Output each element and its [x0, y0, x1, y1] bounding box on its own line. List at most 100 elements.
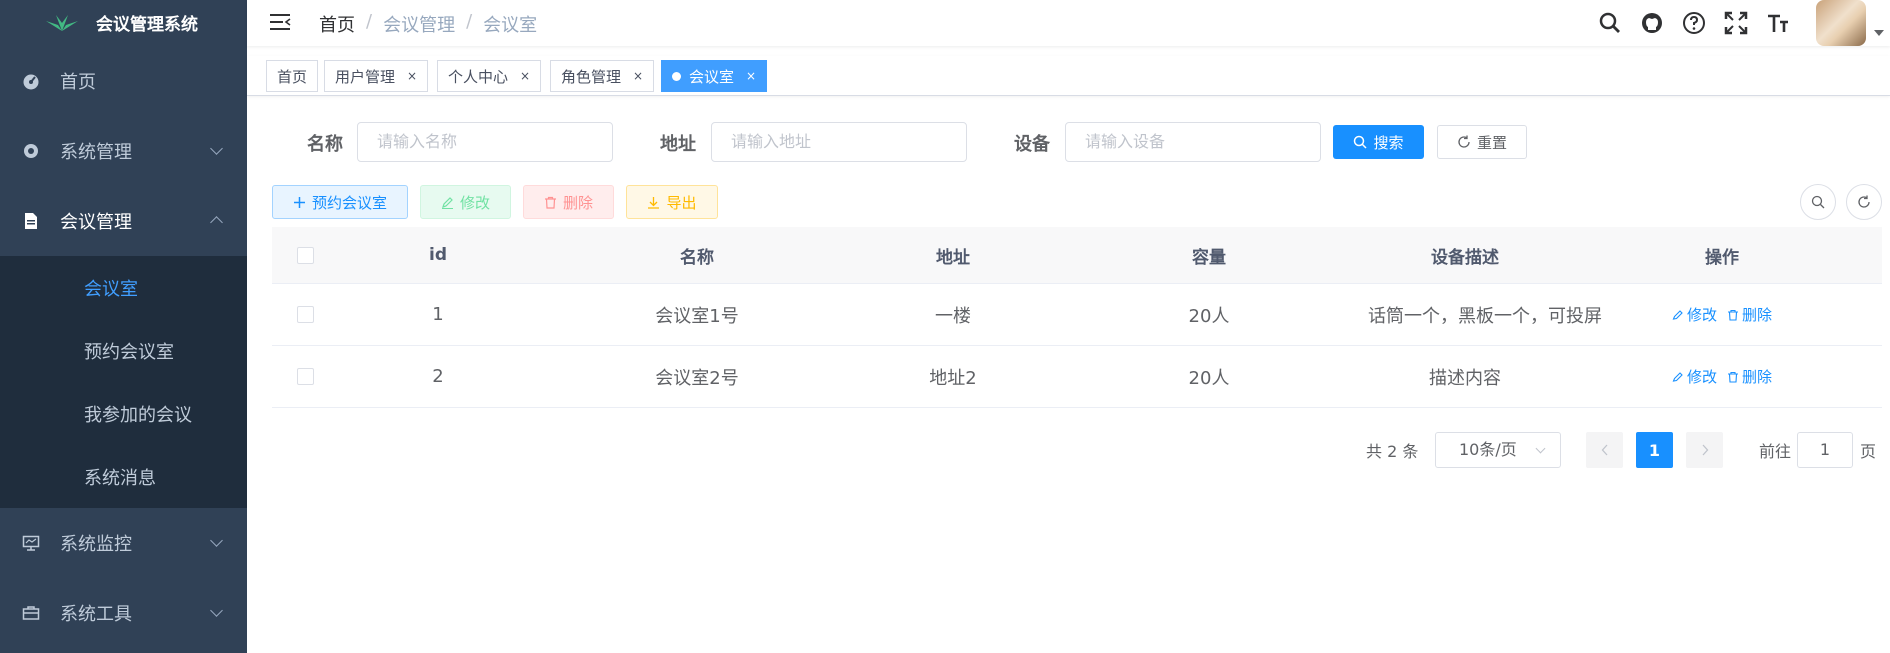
cell-id: 2	[432, 366, 444, 387]
header-name: 名称	[680, 247, 714, 268]
close-icon[interactable]: ×	[407, 69, 417, 83]
tag-profile[interactable]: 个人中心 ×	[437, 60, 542, 92]
breadcrumb-parent: 会议管理	[383, 15, 456, 36]
export-label: 导出	[666, 193, 697, 212]
navbar: 首页 / 会议管理 / 会议室	[247, 0, 1890, 46]
page-size-select[interactable]: 10条/页	[1435, 432, 1561, 468]
tag-role-management[interactable]: 角色管理 ×	[550, 60, 655, 92]
page-suffix: 页	[1860, 442, 1877, 461]
search-button-label: 搜索	[1373, 133, 1404, 152]
sidebar-item-system[interactable]: 系统管理	[0, 116, 247, 186]
download-icon	[648, 196, 660, 209]
sidebar: 会议管理系统 首页 系统管理 会议管理 会议室 预约会议室 我参加的会议 系统消…	[0, 0, 247, 653]
refresh-button[interactable]	[1846, 184, 1882, 220]
trash-icon	[1728, 371, 1738, 383]
reset-button[interactable]: 重置	[1437, 125, 1527, 159]
github-icon[interactable]	[1640, 11, 1664, 35]
search-button[interactable]: 搜索	[1333, 125, 1424, 159]
chevron-down-icon	[210, 534, 223, 547]
row-delete-button[interactable]: 删除	[1727, 366, 1772, 387]
fullscreen-icon[interactable]	[1724, 11, 1748, 35]
header-description: 设备描述	[1431, 247, 1499, 268]
edit-button[interactable]: 修改	[420, 185, 511, 219]
app-title: 会议管理系统	[96, 14, 198, 35]
device-input[interactable]: 请输入设备	[1065, 122, 1321, 162]
row-checkbox-cell	[272, 306, 338, 323]
breadcrumb-home[interactable]: 首页	[319, 11, 355, 37]
search-icon	[1354, 135, 1368, 149]
sidebar-item-meeting[interactable]: 会议管理	[0, 186, 247, 256]
sidebar-item-monitor[interactable]: 系统监控	[0, 508, 247, 578]
address-label: 地址	[660, 134, 696, 155]
search-icon[interactable]	[1598, 11, 1622, 35]
sidebar-item-label: 系统监控	[60, 534, 132, 555]
hamburger-icon[interactable]	[269, 12, 291, 32]
row-delete-button[interactable]: 删除	[1727, 304, 1772, 325]
sidebar-item-label: 会议管理	[60, 212, 132, 233]
cell-description: 描述内容	[1429, 367, 1501, 389]
row-edit-button[interactable]: 修改	[1672, 366, 1717, 387]
close-icon[interactable]: ×	[746, 69, 756, 83]
close-icon[interactable]: ×	[520, 69, 530, 83]
book-room-button[interactable]: 预约会议室	[272, 185, 408, 219]
submenu-label: 我参加的会议	[84, 404, 192, 426]
table-header: id 名称 地址 容量 设备描述 操作	[272, 227, 1882, 284]
page-1-button[interactable]: 1	[1636, 432, 1673, 468]
prev-page-button[interactable]	[1586, 432, 1623, 468]
breadcrumb-sep: /	[466, 11, 473, 32]
sidebar-item-label: 系统工具	[60, 604, 132, 625]
tag-label: 角色管理	[561, 67, 622, 86]
gear-icon	[24, 144, 38, 158]
row-edit-label: 修改	[1686, 368, 1717, 386]
next-page-button[interactable]	[1686, 432, 1723, 468]
export-button[interactable]: 导出	[626, 185, 718, 219]
submenu: 会议室 预约会议室 我参加的会议 系统消息	[0, 256, 247, 508]
pagination-total: 共 2 条	[1366, 442, 1419, 461]
row-checkbox[interactable]	[296, 368, 314, 385]
book-room-label: 预约会议室	[311, 193, 387, 212]
row-checkbox-cell	[272, 368, 338, 385]
submenu-item-meeting-room[interactable]: 会议室	[0, 256, 247, 319]
page-size-value: 10条/页	[1459, 440, 1517, 459]
cell-actions: 修改 删除	[1562, 366, 1882, 387]
submenu-item-book-room[interactable]: 预约会议室	[0, 319, 247, 382]
tag-home[interactable]: 首页	[266, 60, 319, 92]
logo[interactable]: 会议管理系统	[0, 0, 247, 44]
help-icon[interactable]	[1682, 11, 1706, 35]
address-input[interactable]: 请输入地址	[711, 122, 967, 162]
cell-capacity: 20人	[1188, 367, 1230, 389]
submenu-label: 系统消息	[84, 467, 156, 489]
submenu-item-messages[interactable]: 系统消息	[0, 445, 247, 508]
refresh-icon	[1458, 135, 1470, 148]
submenu-item-my-meetings[interactable]: 我参加的会议	[0, 382, 247, 445]
tag-label: 首页	[277, 67, 308, 86]
trash-icon	[544, 196, 556, 209]
name-input[interactable]: 请输入名称	[357, 122, 613, 162]
sidebar-item-tools[interactable]: 系统工具	[0, 578, 247, 648]
goto-page-input[interactable]: 1	[1797, 432, 1853, 468]
logo-icon	[46, 15, 78, 31]
select-all-checkbox[interactable]	[296, 246, 314, 264]
cell-description: 话筒一个，黑板一个，可投屏	[1368, 305, 1602, 327]
tag-meeting-room[interactable]: 会议室 ×	[661, 60, 768, 92]
device-label: 设备	[1014, 134, 1050, 155]
font-size-icon[interactable]	[1766, 11, 1790, 35]
cell-id: 1	[432, 304, 444, 325]
navbar-right	[1598, 0, 1890, 46]
close-icon[interactable]: ×	[633, 69, 643, 83]
breadcrumb: 首页 / 会议管理 / 会议室	[319, 11, 537, 37]
sidebar-item-label: 系统管理	[60, 142, 132, 163]
row-checkbox[interactable]	[296, 306, 314, 323]
caret-down-icon[interactable]	[1874, 30, 1884, 36]
edit-icon	[441, 196, 453, 209]
cell-actions: 修改 删除	[1562, 304, 1882, 325]
tag-user-management[interactable]: 用户管理 ×	[324, 60, 429, 92]
toggle-search-button[interactable]	[1800, 184, 1836, 220]
edit-label: 修改	[459, 193, 490, 212]
delete-button[interactable]: 删除	[523, 185, 614, 219]
row-edit-button[interactable]: 修改	[1672, 304, 1717, 325]
avatar[interactable]	[1816, 0, 1866, 46]
header-id: id	[429, 245, 447, 265]
sidebar-item-home[interactable]: 首页	[0, 46, 247, 116]
chevron-down-icon	[1535, 443, 1546, 454]
